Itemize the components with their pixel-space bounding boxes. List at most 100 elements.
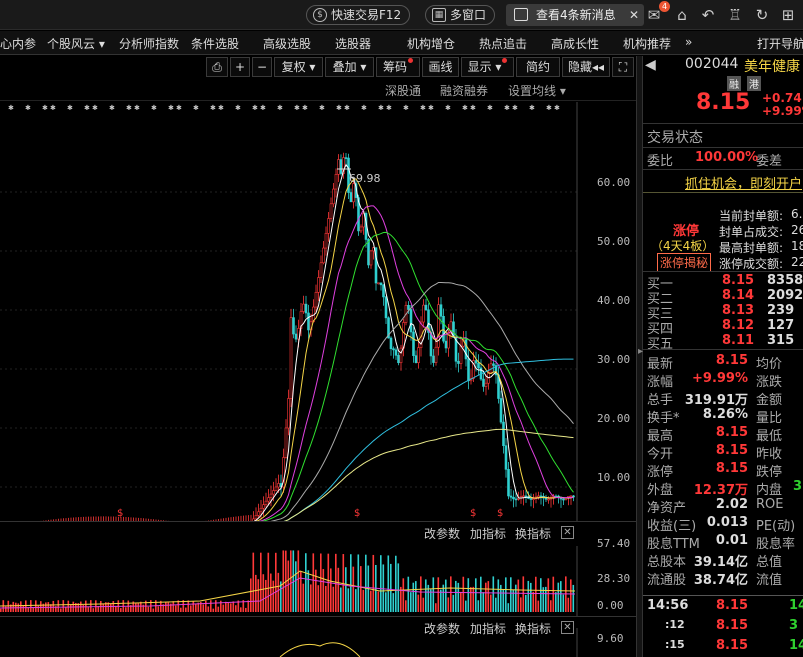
svg-text:✱: ✱	[319, 104, 325, 112]
menu-item-inst-rec[interactable]: 机构推荐	[623, 35, 671, 52]
svg-text:✱: ✱	[420, 104, 426, 112]
shirt-icon[interactable]: ♖	[726, 6, 744, 24]
refresh-icon[interactable]: ↻	[753, 6, 771, 24]
stat-label: 涨停	[647, 465, 674, 480]
vol-close-icon[interactable]: ✕	[561, 526, 574, 539]
limit-info-value: 22	[791, 255, 803, 269]
tab-margin[interactable]: 融资融券	[440, 82, 488, 99]
stat-label: 收益(三)	[647, 519, 697, 534]
last-price: 8.15	[696, 90, 751, 115]
stat-label: 外盘	[647, 483, 674, 498]
candlestick-chart[interactable]: ✱ ✱ ✱ ✱ ✱ ✱ ✱ ✱ ✱ ✱ ✱ ✱ ✱ ✱ ✱ ✱ ✱ ✱ ✱ ✱ ✱ ✱ ✱ ✱ ✱ ✱ ✱ ✱ ✱ ✱ ✱ ✱ ✱ ✱ ✱ ✱ ✱ ✱ ✱ ✱…	[0, 102, 636, 522]
stat-label: 净资产	[647, 501, 687, 516]
draw-line-button[interactable]: 画线	[422, 57, 459, 77]
bid-price: 8.15	[722, 273, 755, 288]
stat-label-2: 跌停	[756, 465, 783, 480]
stat-value: 8.15	[715, 461, 748, 476]
quote-panel: ◀ 002044 美年健康 融 港 8.15 +0.74 +9.99% 交易状态…	[643, 56, 803, 657]
svg-text:✱: ✱	[445, 104, 451, 112]
svg-text:✱: ✱	[25, 104, 31, 112]
vol-edit-params[interactable]: 改参数	[424, 525, 460, 542]
menu-item-neican[interactable]: 心内参	[0, 35, 36, 52]
svg-text:✱: ✱	[336, 104, 342, 112]
overlay-dropdown[interactable]: 叠加 ▾	[325, 57, 374, 77]
tick-volume: 14	[789, 638, 803, 653]
bid-volume: 127	[767, 318, 795, 333]
limit-info-value: 18	[791, 239, 803, 253]
close-icon[interactable]: ✕	[629, 4, 639, 26]
grid-menu-icon[interactable]: ⊞	[779, 6, 797, 24]
zoom-out-button[interactable]: −	[252, 57, 272, 77]
svg-text:✱: ✱	[168, 104, 174, 112]
svg-text:✱: ✱	[193, 104, 199, 112]
display-dropdown[interactable]: 显示 ▾	[461, 57, 514, 77]
hide-button[interactable]: 隐藏◂◂	[562, 57, 610, 77]
chips-button[interactable]: 筹码	[376, 57, 420, 77]
zoom-in-button[interactable]: +	[230, 57, 250, 77]
stat-label: 最高	[647, 429, 674, 444]
back-arrow-icon[interactable]: ◀	[645, 57, 656, 73]
bid-volume: 83581	[767, 273, 803, 288]
svg-text:✱: ✱	[8, 104, 14, 112]
moving-average-lines	[250, 163, 574, 522]
hk-tag: 港	[747, 76, 761, 91]
ma-settings-dropdown[interactable]: 设置均线 ▾	[508, 82, 566, 99]
volume-chart[interactable]	[0, 546, 636, 616]
quick-trade-label: 快速交易F12	[331, 8, 402, 22]
svg-text:✱: ✱	[361, 104, 367, 112]
limit-secret-button[interactable]: 涨停揭秘	[657, 253, 712, 272]
stat-label-2: PE(动)	[756, 519, 796, 534]
svg-text:✱: ✱	[546, 104, 552, 112]
lock-icon[interactable]: ⎙	[206, 57, 228, 77]
fuquan-dropdown[interactable]: 复权 ▾	[274, 57, 323, 77]
menu-item-analyst[interactable]: 分析师指数	[119, 35, 179, 52]
panel-splitter[interactable]: ▸	[636, 56, 643, 657]
menu-item-advanced[interactable]: 高级选股	[263, 35, 311, 52]
limit-info-label: 封单占成交:	[719, 225, 784, 239]
multi-window-button[interactable]: ▦ 多窗口	[425, 5, 496, 25]
hide-label: 隐藏	[567, 60, 592, 74]
open-account-banner[interactable]: 抓住机会，即刻开户	[685, 173, 802, 192]
tick-volume: 14	[789, 598, 803, 613]
back-icon[interactable]: ↶	[699, 6, 717, 24]
svg-text:✱: ✱	[294, 104, 300, 112]
svg-text:✱: ✱	[554, 104, 560, 112]
chips-label: 筹码	[382, 60, 407, 74]
vol-switch-indicator[interactable]: 换指标	[515, 525, 551, 542]
limit-info-label: 涨停成交额:	[719, 257, 784, 271]
stat-value-2: 3	[793, 479, 803, 494]
fullscreen-icon[interactable]: ⛶	[612, 57, 634, 77]
menu-more-icon[interactable]: »	[685, 35, 692, 49]
menu-item-growth[interactable]: 高成长性	[551, 35, 599, 52]
trade-status-title: 交易状态	[647, 130, 703, 146]
bid-price: 8.13	[722, 303, 755, 318]
stat-label-2: 均价	[756, 357, 783, 372]
menu-item-inst-add[interactable]: 机构增仓	[407, 35, 455, 52]
indicator-chart[interactable]	[0, 628, 636, 657]
stock-name: 美年健康	[744, 59, 800, 75]
svg-text:✱: ✱	[134, 104, 140, 112]
menu-item-nav[interactable]: 打开导航	[757, 35, 803, 52]
quick-trade-button[interactable]: $ 快速交易F12	[306, 5, 411, 25]
price-tick: 60.00	[597, 176, 631, 189]
stat-label: 最新	[647, 357, 674, 372]
menu-item-selector[interactable]: 选股器	[335, 35, 371, 52]
chips-alert-dot	[408, 58, 413, 63]
simple-button[interactable]: 简约	[516, 57, 560, 77]
quick-trade-icon: $	[313, 8, 327, 22]
weicha-label: 委差	[756, 154, 783, 169]
vol-add-indicator[interactable]: 加指标	[470, 525, 506, 542]
menu-item-hotspot[interactable]: 热点追击	[479, 35, 527, 52]
stat-value: +9.99%	[692, 371, 748, 386]
menu-item-condition[interactable]: 条件选股	[191, 35, 239, 52]
home-icon[interactable]: ⌂	[673, 6, 691, 24]
menu-item-fengyun[interactable]: 个股风云 ▾	[47, 35, 105, 52]
tick-price: 8.15	[716, 618, 749, 633]
stat-value: 39.14亿	[693, 555, 748, 570]
svg-text:✱: ✱	[92, 104, 98, 112]
tick-time: :12	[665, 618, 685, 631]
news-notification[interactable]: 查看4条新消息 ✕	[506, 4, 644, 26]
svg-text:✱: ✱	[67, 104, 73, 112]
tick-price: 8.15	[716, 638, 749, 653]
tab-shengutong[interactable]: 深股通	[385, 82, 421, 99]
